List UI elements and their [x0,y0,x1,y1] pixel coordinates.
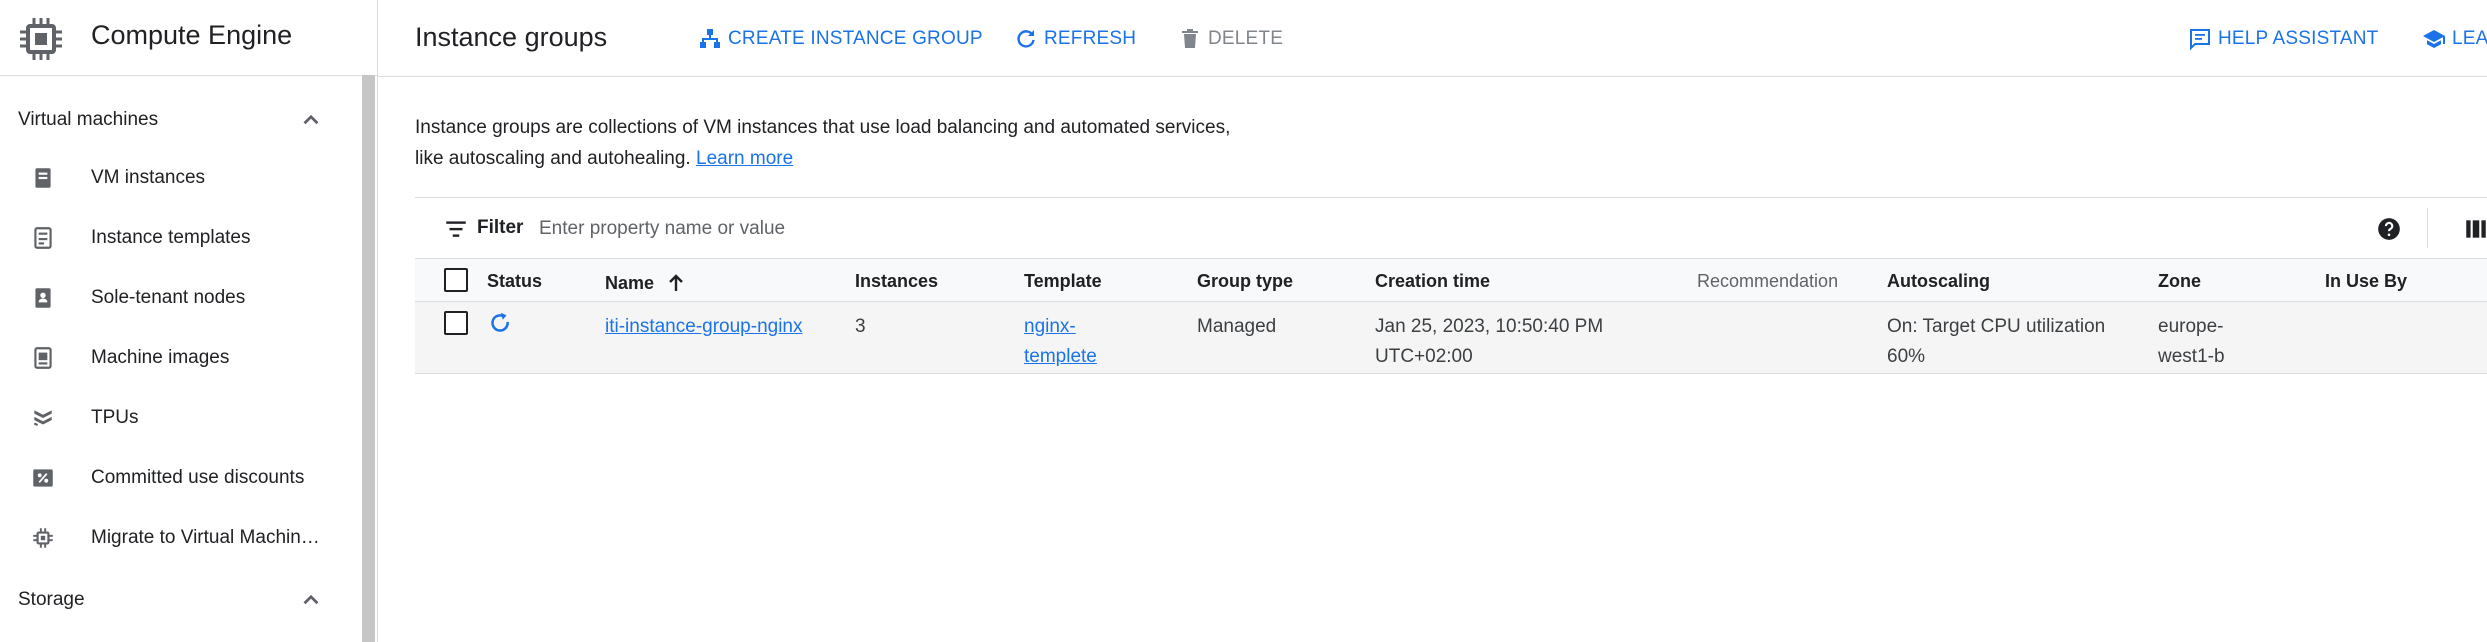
chat-help-icon [2190,29,2210,51]
sidebar-item-label: Sole-tenant nodes [91,287,246,308]
template-link-line1: nginx- [1024,316,1076,337]
sidebar-item-label: VM instances [91,167,206,188]
help-assistant-label: HELP ASSISTANT [2218,28,2379,49]
machine-images-icon [34,347,52,369]
creation-time-line1: Jan 25, 2023, 10:50:40 PM [1375,316,1604,337]
description-text: Instance groups are collections of VM in… [415,117,1231,169]
select-all-checkbox[interactable] [444,268,468,292]
column-header-name-label: Name [605,272,655,293]
sidebar-item-label: Instance templates [91,227,251,248]
column-header-autoscaling[interactable]: Autoscaling [1887,271,1990,292]
learn-more-link[interactable]: Learn more [696,148,793,169]
template-link[interactable]: nginx-templete [1024,316,1097,367]
column-header-template[interactable]: Template [1024,271,1102,292]
product-title: Compute Engine [91,20,293,50]
row-checkbox[interactable] [444,311,468,335]
sidebar-divider [377,0,378,642]
status-updating-icon [491,312,509,332]
sidebar-scrollbar[interactable] [362,75,375,642]
delete-label: DELETE [1208,28,1284,49]
column-header-instances[interactable]: Instances [855,271,938,292]
help-icon[interactable] [2376,216,2402,242]
filter-icon[interactable] [443,216,469,242]
sidebar-item-label: Committed use discounts [91,467,305,488]
filter-label: Filter [477,217,524,238]
sidebar-item-committed-use-discounts[interactable]: Committed use discounts [0,448,362,508]
instance-templates-icon [34,227,52,249]
learn-label: LEA [2452,28,2487,49]
filter-bar: Filter [415,197,2487,259]
school-icon [2423,30,2445,48]
column-header-in-use-by[interactable]: In Use By [2325,271,2407,292]
nav-section-label: Storage [18,589,85,610]
instance-groups-table: Status Name Instances Template Group typ… [415,259,2487,374]
autoscaling-line2: 60% [1887,346,1926,367]
nav-section-storage[interactable]: Storage [0,570,362,630]
cell-instances: 3 [855,316,866,337]
sidebar-item-label: Machine images [91,347,230,368]
column-header-creation-time[interactable]: Creation time [1375,271,1490,292]
sidebar-header: Compute Engine [0,0,377,76]
table-row[interactable]: iti-instance-group-nginx 3 nginx-templet… [415,302,2487,374]
sidebar-item-label: TPUs [91,407,139,428]
column-header-name[interactable]: Name [605,271,688,295]
sidebar-item-instance-templates[interactable]: Instance templates [0,208,362,268]
filter-input[interactable] [539,213,1239,245]
vm-instances-icon [35,168,51,188]
learn-button[interactable]: LEA [2422,25,2487,53]
create-instance-group-label: CREATE INSTANCE GROUP [728,28,983,49]
template-link-line2: templete [1024,346,1097,367]
cell-zone: europe- west1-b [2158,312,2225,372]
column-header-recommendation: Recommendation [1697,271,1839,291]
arrow-up-icon [669,274,683,291]
help-assistant-button[interactable]: HELP ASSISTANT [2188,25,2379,53]
page-header: Instance groups CREATE INSTANCE GROUP RE… [378,0,2487,77]
refresh-button[interactable]: REFRESH [1014,25,1136,53]
compute-engine-icon [20,18,62,60]
filter-bar-divider [2427,208,2428,248]
nav-section-virtual-machines[interactable]: Virtual machines [0,90,362,150]
cell-template: nginx-templete [1024,312,1097,372]
creation-time-line2: UTC+02:00 [1375,346,1473,367]
percent-icon [33,469,53,487]
refresh-label: REFRESH [1044,28,1137,49]
sidebar-item-vm-instances[interactable]: VM instances [0,148,362,208]
sidebar: Compute Engine Virtual machines VM insta… [0,0,377,642]
zone-line1: europe- [2158,316,2224,337]
delete-button[interactable]: DELETE [1178,25,1283,53]
column-header-group-type[interactable]: Group type [1197,271,1293,292]
page-description: Instance groups are collections of VM in… [415,112,1235,174]
sidebar-item-label: Migrate to Virtual Machin… [91,527,320,548]
chevron-up-icon [303,594,319,605]
sidebar-item-tpus[interactable]: TPUs [0,388,362,448]
migrate-icon [33,528,53,548]
zone-line2: west1-b [2158,346,2225,367]
sole-tenant-nodes-icon [35,288,51,308]
cell-name: iti-instance-group-nginx [605,312,803,342]
trash-icon [1182,29,1198,48]
create-instance-group-button[interactable]: CREATE INSTANCE GROUP [698,25,983,53]
sidebar-item-migrate-to-virtual-machines[interactable]: Migrate to Virtual Machin… [0,508,362,568]
nav-section-label: Virtual machines [18,109,159,130]
column-display-icon[interactable] [2463,216,2487,242]
cell-autoscaling: On: Target CPU utilization 60% [1887,312,2105,372]
sidebar-item-sole-tenant-nodes[interactable]: Sole-tenant nodes [0,268,362,328]
create-group-icon [700,29,720,48]
cell-group-type: Managed [1197,316,1277,337]
column-header-status[interactable]: Status [487,271,542,292]
refresh-icon [1017,30,1035,48]
table-header-row: Status Name Instances Template Group typ… [415,259,2487,302]
autoscaling-line1: On: Target CPU utilization [1887,316,2106,337]
tpu-icon [33,410,52,427]
page-title: Instance groups [415,22,608,52]
chevron-up-icon [303,114,319,125]
sidebar-item-machine-images[interactable]: Machine images [0,328,362,388]
instance-group-name-link[interactable]: iti-instance-group-nginx [605,316,803,337]
cell-creation-time: Jan 25, 2023, 10:50:40 PM UTC+02:00 [1375,312,1603,372]
column-header-zone[interactable]: Zone [2158,271,2201,292]
